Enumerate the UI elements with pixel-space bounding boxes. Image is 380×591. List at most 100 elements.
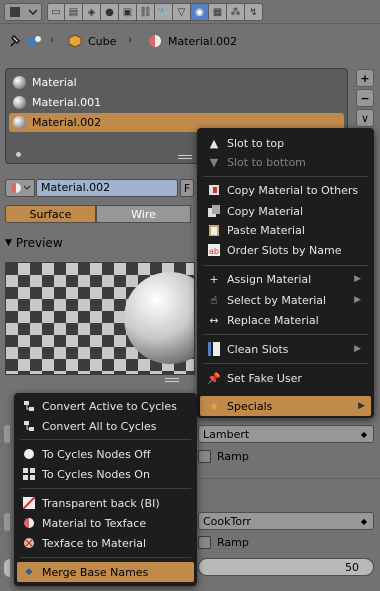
- menu-item-label: Select by Material: [227, 293, 327, 307]
- remove-slot-button[interactable]: −: [356, 89, 374, 107]
- sphere-icon: [22, 447, 36, 461]
- menu-separator: [203, 265, 368, 266]
- slot-row[interactable]: Material: [9, 73, 344, 92]
- menu-item-label: To Cycles Nodes On: [42, 467, 150, 481]
- tab-wire[interactable]: Wire: [96, 205, 191, 223]
- menu-separator: [203, 334, 368, 335]
- svg-text:ab: ab: [209, 247, 219, 256]
- diffuse-shader-select[interactable]: Lambert ◆: [198, 425, 374, 443]
- menu-separator: [20, 557, 191, 558]
- hardness-value: 50: [345, 560, 359, 574]
- copy-others-icon: [207, 183, 221, 197]
- material-browse-button[interactable]: [5, 179, 35, 197]
- slot-label: Material: [32, 76, 77, 89]
- specials-submenu: Convert Active to Cycles Convert All to …: [14, 393, 197, 586]
- menu-item-paste-material[interactable]: Paste Material: [207, 220, 305, 240]
- specular-shader-select[interactable]: CookTorr ◆: [198, 512, 374, 530]
- preview-panel-header[interactable]: ▼ Preview: [5, 235, 63, 251]
- slot-label: Material.002: [32, 116, 102, 129]
- breadcrumb-object: Cube: [88, 35, 117, 48]
- checkbox[interactable]: [198, 536, 211, 549]
- tab-surface[interactable]: Surface: [5, 205, 96, 223]
- menu-item-to-cycles-nodes-off[interactable]: To Cycles Nodes Off: [22, 444, 151, 464]
- menu-item-copy-material[interactable]: Copy Material: [207, 201, 303, 221]
- menu-item-label: Paste Material: [227, 223, 305, 237]
- menu-item-assign-material[interactable]: + Assign Material ▶: [207, 269, 367, 289]
- menu-item-specials[interactable]: ★ Specials ▶: [200, 396, 371, 416]
- preview-resize-grip-icon[interactable]: [165, 378, 179, 382]
- menu-item-label: Transparent back (BI): [42, 496, 160, 510]
- slot-specials-button[interactable]: ∨: [356, 109, 374, 127]
- material-name-field[interactable]: Material.002: [36, 179, 178, 197]
- fake-user-button[interactable]: F: [180, 179, 194, 197]
- render-tab-icon[interactable]: ▭: [47, 3, 65, 21]
- render-layers-tab-icon[interactable]: ▤: [65, 3, 83, 21]
- submenu-arrow-icon: ▶: [358, 401, 365, 411]
- menu-item-convert-all-to-cycles[interactable]: Convert All to Cycles: [22, 416, 156, 436]
- slot-row[interactable]: Material.001: [9, 93, 344, 112]
- data-tab-icon[interactable]: ▽: [173, 3, 191, 21]
- star-icon: ★: [209, 399, 219, 413]
- pin-icon[interactable]: [8, 33, 22, 52]
- diffuse-shader-value: Lambert: [203, 427, 250, 441]
- slot-label: Material.001: [32, 96, 102, 109]
- modifiers-tab-icon[interactable]: 🔧: [155, 3, 173, 21]
- menu-item-label: Convert All to Cycles: [42, 419, 157, 433]
- material-tab-icon[interactable]: ◉: [191, 3, 209, 21]
- menu-item-copy-material-to-others[interactable]: Copy Material to Others: [207, 180, 358, 200]
- constraints-tab-icon[interactable]: ⛓: [137, 3, 155, 21]
- menu-item-label: Clean Slots: [227, 342, 289, 356]
- material-icon: [22, 516, 36, 530]
- resize-grip-icon[interactable]: [178, 155, 192, 159]
- menu-item-set-fake-user[interactable]: 📌 Set Fake User: [207, 368, 302, 388]
- paste-icon: [207, 223, 221, 237]
- menu-separator: [20, 488, 191, 489]
- ramp-toggle[interactable]: Ramp: [198, 450, 249, 463]
- menu-separator: [20, 439, 191, 440]
- menu-item-transparent-back[interactable]: Transparent back (BI): [22, 493, 160, 513]
- node-tree-icon: [22, 419, 36, 433]
- menu-item-slot-to-bottom[interactable]: ▼ Slot to bottom: [207, 152, 306, 172]
- menu-item-label: Assign Material: [227, 272, 312, 286]
- editor-type-button[interactable]: [4, 3, 42, 21]
- ramp-toggle[interactable]: Ramp: [198, 536, 249, 549]
- menu-item-clean-slots[interactable]: Clean Slots ▶: [207, 339, 367, 359]
- breadcrumb-separator-icon: ›: [50, 33, 55, 46]
- properties-header: ▭ ▤ ◈ ● ▣ ⛓ 🔧 ▽ ◉ ▦ ⁂ ↯: [0, 0, 380, 24]
- menu-item-label: Replace Material: [227, 313, 319, 327]
- menu-item-label: Material to Texface: [42, 516, 147, 530]
- menu-item-merge-base-names[interactable]: ◆ Merge Base Names: [17, 562, 194, 582]
- menu-item-label: Convert Active to Cycles: [42, 399, 177, 413]
- menu-item-label: Slot to bottom: [227, 155, 306, 169]
- texture-tab-icon[interactable]: ▦: [209, 3, 227, 21]
- slot-specials-menu: ▲ Slot to top ▼ Slot to bottom Copy Mate…: [197, 128, 374, 418]
- menu-item-label: Order Slots by Name: [227, 243, 342, 257]
- menu-item-select-by-material[interactable]: ☝ Select by Material ▶: [207, 290, 367, 310]
- checkbox[interactable]: [198, 450, 211, 463]
- menu-item-label: Copy Material to Others: [227, 183, 359, 197]
- nodes-icon: [22, 467, 36, 481]
- menu-item-order-slots-by-name[interactable]: ab Order Slots by Name: [207, 240, 342, 260]
- material-icon: [148, 34, 162, 51]
- menu-item-material-to-texface[interactable]: Material to Texface: [22, 513, 146, 533]
- diamond-icon: ◆: [25, 567, 33, 577]
- menu-item-label: Merge Base Names: [42, 565, 149, 579]
- material-type-tabs: Surface Wire: [5, 205, 191, 223]
- menu-item-texface-to-material[interactable]: Texface to Material: [22, 533, 146, 553]
- submenu-arrow-icon: ▶: [354, 274, 361, 284]
- filter-dot-icon[interactable]: [16, 152, 21, 157]
- scene-tab-icon[interactable]: ◈: [83, 3, 101, 21]
- ramp-label: Ramp: [217, 450, 249, 463]
- menu-item-replace-material[interactable]: ↔ Replace Material: [207, 310, 319, 330]
- hardness-field[interactable]: 50: [198, 558, 374, 576]
- menu-item-slot-to-top[interactable]: ▲ Slot to top: [207, 133, 284, 153]
- world-tab-icon[interactable]: ●: [101, 3, 119, 21]
- particles-tab-icon[interactable]: ⁂: [227, 3, 245, 21]
- object-tab-icon[interactable]: ▣: [119, 3, 137, 21]
- preview-title: Preview: [15, 236, 63, 250]
- add-slot-button[interactable]: +: [356, 69, 374, 87]
- physics-tab-icon[interactable]: ↯: [245, 3, 263, 21]
- menu-item-convert-active-to-cycles[interactable]: Convert Active to Cycles: [22, 396, 177, 416]
- menu-item-to-cycles-nodes-on[interactable]: To Cycles Nodes On: [22, 464, 150, 484]
- pin-icon: 📌: [207, 371, 221, 385]
